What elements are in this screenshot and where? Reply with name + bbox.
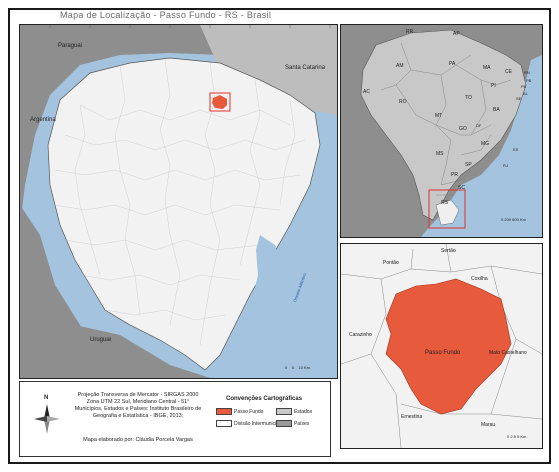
state-se: SE xyxy=(516,96,522,101)
state-ma: MA xyxy=(483,65,491,71)
map-title: Mapa de Localização - Passo Fundo - RS -… xyxy=(60,10,272,20)
brazil-map-panel: RR AP AM PA MA CE RN PB PE AL SE AC RO T… xyxy=(340,24,543,238)
loc-pontao: Pontão xyxy=(383,260,399,266)
state-pb: PB xyxy=(526,78,532,83)
state-ce: CE xyxy=(505,69,512,75)
state-mt: MT xyxy=(435,113,443,119)
author-text: Mapa elaborado por: Cláudia Porcela Varg… xyxy=(83,437,193,443)
north-arrow xyxy=(34,404,60,434)
locator-map-svg xyxy=(341,244,542,448)
label-paraguai: Paraguai xyxy=(58,43,83,49)
brazil-scale: 0 200 600 Km xyxy=(501,217,526,222)
north-label: N xyxy=(44,395,49,401)
state-al: AL xyxy=(523,91,528,96)
state-pi: PI xyxy=(491,83,496,89)
state-to: TO xyxy=(465,95,472,101)
loc-marau: Marau xyxy=(481,422,496,428)
main-scale: 0 5 10 Km xyxy=(285,365,310,370)
swatch-estados xyxy=(276,408,292,415)
loc-sertao: Sertão xyxy=(441,248,456,254)
swatch-estados-label: Estados xyxy=(294,409,313,415)
main-map-svg xyxy=(20,25,337,378)
label-santa-catarina: Santa Catarina xyxy=(285,65,326,71)
state-sc: SC xyxy=(458,185,465,191)
state-rr: RR xyxy=(406,29,414,35)
loc-ernestina: Ernestina xyxy=(401,414,423,420)
loc-coxilha: Coxilha xyxy=(471,276,488,282)
swatch-divisao xyxy=(216,420,232,427)
state-rj: RJ xyxy=(503,163,508,168)
label-uruguai: Uruguai xyxy=(90,337,112,343)
state-pe: PE xyxy=(521,84,527,89)
state-mg: MG xyxy=(481,141,490,147)
legend-conv-title: Convenções Cartográficas xyxy=(226,396,303,402)
swatch-paises xyxy=(276,420,292,427)
loc-carazinho: Carazinho xyxy=(349,332,372,338)
state-pr: PR xyxy=(451,172,458,178)
loc-passo-fundo: Passo Fundo xyxy=(425,350,461,356)
projection-text: Projeção Transversa de Mercator - SIRGAS… xyxy=(74,392,202,419)
state-pa: PA xyxy=(449,61,456,67)
swatch-passo-fundo xyxy=(216,408,232,415)
locator-map-panel: Sertão Pontão Coxilha Carazinho Passo Fu… xyxy=(340,243,543,449)
main-map-panel: Paraguai Santa Catarina Argentina Urugua… xyxy=(19,24,338,379)
label-argentina: Argentina xyxy=(30,117,56,123)
state-ro: RO xyxy=(399,99,407,105)
state-rn: RN xyxy=(524,70,530,75)
state-sp: SP xyxy=(465,162,472,168)
locator-scale: 0 2.5 5 Km xyxy=(507,434,527,439)
state-am: AM xyxy=(396,63,404,69)
state-ms: MS xyxy=(436,151,444,157)
state-df: DF xyxy=(476,123,482,128)
loc-mato-castelhano: Mato Castelhano xyxy=(489,350,527,356)
legend-box: N Projeção Transversa de Mercator - SIRG… xyxy=(19,381,331,457)
state-go: GO xyxy=(459,126,467,132)
state-ac: AC xyxy=(363,89,370,95)
state-rs: RS xyxy=(441,200,448,206)
state-es: ES xyxy=(513,147,519,152)
swatch-paises-label: Países xyxy=(294,421,310,427)
state-ba: BA xyxy=(493,107,500,113)
swatch-passo-fundo-label: Passo Fundo xyxy=(234,409,264,415)
state-ap: AP xyxy=(453,31,460,37)
